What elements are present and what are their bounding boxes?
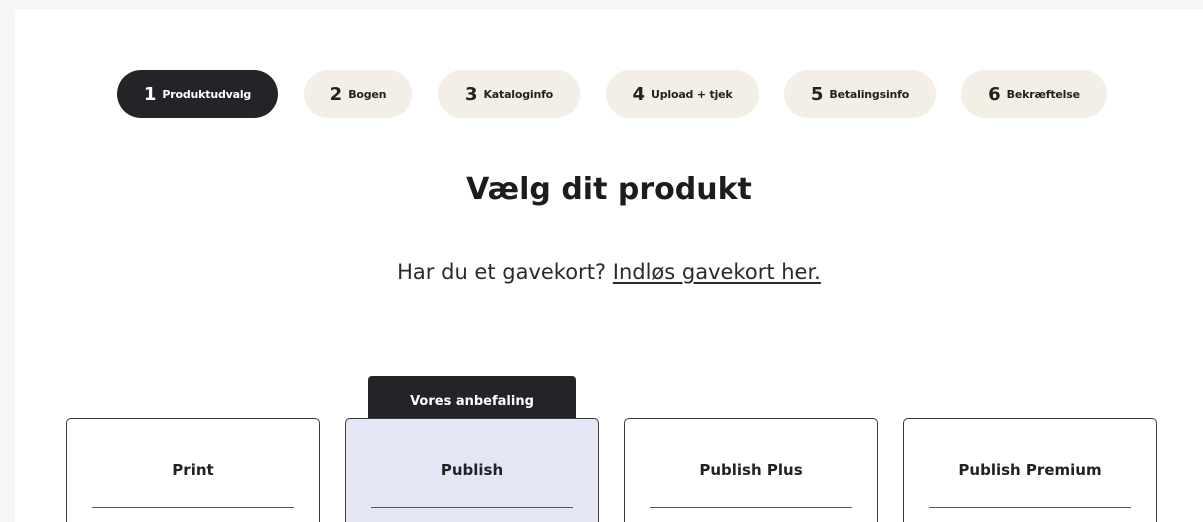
product-card-publish[interactable]: Publish	[345, 418, 599, 522]
step-label: Bogen	[348, 87, 387, 101]
divider	[929, 507, 1131, 508]
product-card-print[interactable]: Print	[66, 418, 320, 522]
page: 1 Produktudvalg 2 Bogen 3 Kataloginfo 4 …	[15, 10, 1203, 522]
step-label: Betalingsinfo	[829, 87, 910, 101]
step-label: Upload + tjek	[651, 87, 733, 101]
step-produktudvalg[interactable]: 1 Produktudvalg	[117, 70, 278, 118]
step-kataloginfo[interactable]: 3 Kataloginfo	[438, 70, 580, 118]
product-card-publish-plus[interactable]: Publish Plus	[624, 418, 878, 522]
step-number: 5	[810, 83, 824, 105]
step-bogen[interactable]: 2 Bogen	[304, 70, 412, 118]
product-name: Publish Premium	[958, 461, 1102, 479]
divider	[371, 507, 573, 508]
product-name: Publish Plus	[699, 461, 803, 479]
recommendation-badge: Vores anbefaling	[368, 376, 576, 420]
divider	[92, 507, 294, 508]
product-name: Print	[172, 461, 214, 479]
step-number: 6	[988, 83, 1001, 105]
step-label: Bekræftelse	[1006, 87, 1080, 101]
step-upload-tjek[interactable]: 4 Upload + tjek	[606, 70, 759, 118]
step-number: 1	[143, 83, 157, 105]
page-title: Vælg dit produkt	[466, 172, 752, 207]
step-label: Kataloginfo	[483, 87, 554, 101]
checkout-steps: 1 Produktudvalg 2 Bogen 3 Kataloginfo 4 …	[15, 70, 1203, 118]
product-card-publish-premium[interactable]: Publish Premium	[903, 418, 1157, 522]
gift-card-question: Har du et gavekort?	[397, 260, 613, 284]
step-label: Produktudvalg	[162, 87, 252, 101]
step-bekraeftelse[interactable]: 6 Bekræftelse	[961, 70, 1107, 118]
divider	[650, 507, 852, 508]
step-number: 3	[464, 83, 478, 105]
redeem-gift-card-link[interactable]: Indløs gavekort her.	[613, 260, 821, 284]
product-name: Publish	[440, 461, 504, 479]
step-number: 2	[329, 83, 343, 105]
step-betalingsinfo[interactable]: 5 Betalingsinfo	[784, 70, 936, 118]
gift-card-prompt: Har du et gavekort? Indløs gavekort her.	[15, 260, 1203, 284]
step-number: 4	[632, 83, 645, 105]
